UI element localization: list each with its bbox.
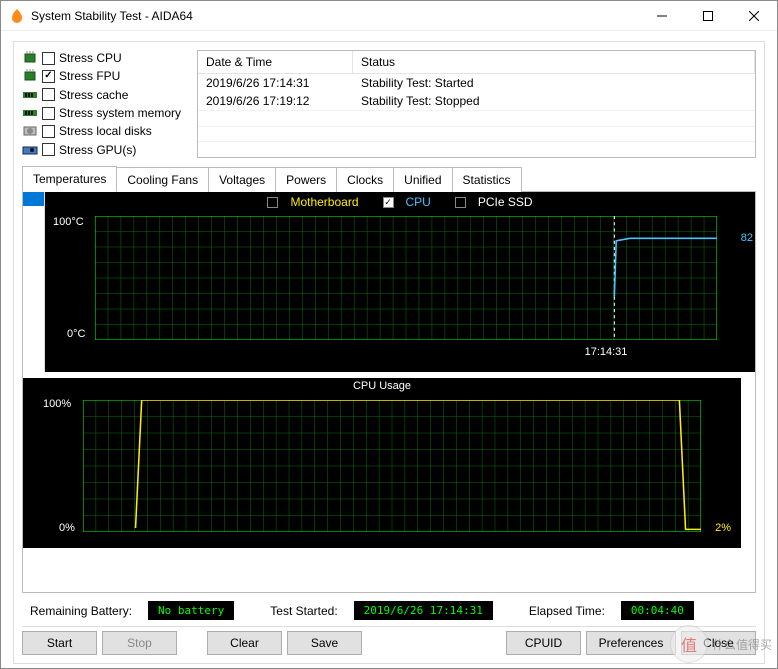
legend-item-pcie-ssd[interactable]: PCIe SSD: [449, 195, 539, 209]
stop-button[interactable]: Stop: [102, 631, 177, 655]
preferences-button[interactable]: Preferences: [586, 631, 676, 655]
checkbox[interactable]: [42, 143, 55, 156]
cpuid-button[interactable]: CPUID: [506, 631, 581, 655]
ram-icon: [22, 88, 38, 102]
app-icon: [9, 8, 25, 24]
legend-label: CPU: [406, 195, 431, 209]
gpu-icon: [22, 143, 38, 157]
cpu-ymin-label: 0%: [59, 522, 75, 534]
watermark: 值 什么值得买: [670, 625, 772, 663]
elapsed-value: 00:04:40: [621, 601, 694, 620]
event-log-table[interactable]: Date & Time Status 2019/6/26 17:14:31Sta…: [197, 50, 756, 158]
stress-option-stress-fpu[interactable]: Stress FPU: [22, 68, 187, 84]
cpu-usage-chart: CPU Usage 100% 0% 2%: [23, 378, 741, 548]
checkbox[interactable]: [267, 197, 278, 208]
button-bar: Start Stop Clear Save CPUID Preferences …: [22, 626, 756, 655]
stress-option-stress-system-memory[interactable]: Stress system memory: [22, 105, 187, 121]
legend-label: Motherboard: [290, 195, 358, 209]
battery-value: No battery: [148, 601, 234, 620]
stress-option-stress-local-disks[interactable]: Stress local disks: [22, 123, 187, 139]
temperature-legend: Motherboard CPU PCIe SSD: [45, 192, 755, 212]
start-button[interactable]: Start: [22, 631, 97, 655]
cpu-current-value: 2%: [715, 522, 731, 534]
stress-option-label: Stress cache: [59, 88, 128, 102]
stress-option-stress-cpu[interactable]: Stress CPU: [22, 50, 187, 66]
started-label: Test Started:: [270, 604, 337, 618]
sensor-selected-indicator: [23, 192, 44, 206]
elapsed-label: Elapsed Time:: [529, 604, 605, 618]
watermark-text: 什么值得买: [712, 636, 772, 653]
battery-label: Remaining Battery:: [30, 604, 132, 618]
tab-content: Motherboard CPU PCIe SSD 100°C 0°C 82 17:1…: [22, 191, 756, 593]
stress-option-list: Stress CPU Stress FPU Stress cache Stres…: [22, 50, 187, 158]
cpu-icon: [22, 51, 38, 65]
temp-time-marker: 17:14:31: [585, 346, 628, 358]
stress-option-label: Stress system memory: [59, 106, 181, 120]
status-bar: Remaining Battery: No battery Test Start…: [22, 593, 756, 624]
tab-unified[interactable]: Unified: [393, 167, 452, 193]
clear-button[interactable]: Clear: [207, 631, 282, 655]
tab-clocks[interactable]: Clocks: [336, 167, 394, 193]
close-button[interactable]: [731, 1, 777, 30]
minimize-button[interactable]: [639, 1, 685, 30]
checkbox[interactable]: [42, 107, 55, 120]
log-header-datetime[interactable]: Date & Time: [198, 51, 353, 73]
stress-option-label: Stress GPU(s): [59, 143, 136, 157]
log-cell-status: Stability Test: Stopped: [353, 92, 755, 110]
log-row[interactable]: 2019/6/26 17:19:12Stability Test: Stoppe…: [198, 92, 755, 110]
log-cell-status: Stability Test: Started: [353, 74, 755, 92]
maximize-button[interactable]: [685, 1, 731, 30]
stress-option-stress-gpu-s-[interactable]: Stress GPU(s): [22, 142, 187, 158]
log-cell-datetime: 2019/6/26 17:19:12: [198, 92, 353, 110]
checkbox[interactable]: [42, 70, 55, 83]
log-header-status[interactable]: Status: [353, 51, 755, 73]
checkbox[interactable]: [455, 197, 466, 208]
stress-option-stress-cache[interactable]: Stress cache: [22, 87, 187, 103]
stress-option-label: Stress local disks: [59, 124, 152, 138]
cpu-chart-title: CPU Usage: [23, 378, 741, 394]
tab-cooling-fans[interactable]: Cooling Fans: [116, 167, 209, 193]
cpu-ymax-label: 100%: [43, 398, 71, 410]
legend-label: PCIe SSD: [478, 195, 533, 209]
temp-ymax-label: 100°C: [53, 216, 84, 228]
cpu-icon: [22, 69, 38, 83]
checkbox[interactable]: [383, 197, 394, 208]
legend-item-motherboard[interactable]: Motherboard: [261, 195, 364, 209]
ram-icon: [22, 106, 38, 120]
temp-ymin-label: 0°C: [67, 328, 85, 340]
stress-option-label: Stress CPU: [59, 51, 122, 65]
stress-option-label: Stress FPU: [59, 69, 120, 83]
tab-strip: TemperaturesCooling FansVoltagesPowersCl…: [22, 166, 756, 192]
started-value: 2019/6/26 17:14:31: [354, 601, 493, 620]
tab-voltages[interactable]: Voltages: [208, 167, 276, 193]
tab-statistics[interactable]: Statistics: [452, 167, 522, 193]
titlebar: System Stability Test - AIDA64: [1, 1, 777, 31]
log-cell-datetime: 2019/6/26 17:14:31: [198, 74, 353, 92]
checkbox[interactable]: [42, 125, 55, 138]
checkbox[interactable]: [42, 52, 55, 65]
watermark-icon: 值: [670, 625, 708, 663]
temperature-chart: Motherboard CPU PCIe SSD 100°C 0°C 82 17:1…: [45, 192, 755, 372]
tab-temperatures[interactable]: Temperatures: [22, 166, 117, 192]
save-button[interactable]: Save: [287, 631, 362, 655]
tab-powers[interactable]: Powers: [275, 167, 337, 193]
checkbox[interactable]: [42, 88, 55, 101]
sensor-list-column[interactable]: [23, 192, 45, 372]
temp-current-value: 82: [741, 232, 753, 244]
log-row[interactable]: 2019/6/26 17:14:31Stability Test: Starte…: [198, 74, 755, 92]
legend-item-cpu[interactable]: CPU: [377, 195, 437, 209]
window-title: System Stability Test - AIDA64: [31, 9, 639, 23]
disk-icon: [22, 124, 38, 138]
